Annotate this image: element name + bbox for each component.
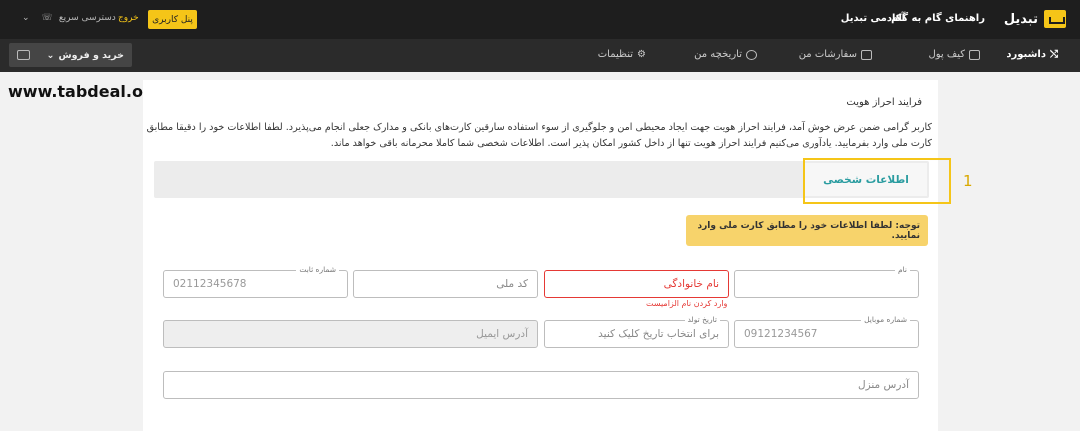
- mobile-placeholder: 09121234567: [744, 328, 818, 340]
- mobile-field[interactable]: شماره موبایل 09121234567: [734, 314, 919, 348]
- trade-label: خرید و فروش: [58, 49, 124, 61]
- first-name-label: نام: [894, 264, 910, 276]
- address-placeholder: آدرس منزل: [857, 379, 909, 391]
- page-title: فرایند احراز هویت: [846, 97, 922, 108]
- first-name-field[interactable]: نام: [734, 264, 919, 298]
- brand-logo[interactable]: تبدیل: [1004, 10, 1066, 28]
- brand-name: تبدیل: [1003, 11, 1038, 27]
- nav-orders-label: سفارشات من: [798, 49, 857, 60]
- address-field[interactable]: آدرس منزل: [163, 371, 919, 399]
- trade-icon: [17, 50, 30, 60]
- last-name-field[interactable]: نام خانوادگی: [544, 270, 729, 298]
- birthdate-field[interactable]: تاریخ تولد برای انتخاب تاریخ کلیک کنید: [544, 314, 729, 348]
- last-name-placeholder: نام خانوادگی: [663, 278, 719, 290]
- quick-access-label: دسترسی سریع: [58, 13, 116, 23]
- secondary-navbar: ⤭ داشبورد کیف پول سفارشات من تاریخچه من …: [0, 39, 1080, 72]
- intro-paragraph: کاربر گرامی ضمن عرض خوش آمد، فرایند احرا…: [146, 122, 932, 149]
- trade-button[interactable]: خرید و فروش ⌄: [9, 43, 132, 67]
- nav-settings-label: تنظیمات: [597, 49, 634, 60]
- watermark-url: www.tabdeal.org: [8, 82, 163, 101]
- nav-dashboard[interactable]: ⤭ داشبورد: [1006, 49, 1058, 60]
- chevron-down-icon: ⌄: [22, 13, 30, 23]
- chevron-down-icon: ⌄: [46, 49, 55, 61]
- birthdate-label: تاریخ تولد: [684, 314, 720, 326]
- settings-icon: ⚙: [637, 49, 646, 60]
- user-panel-button[interactable]: پنل کاربری: [148, 10, 197, 29]
- exit-link[interactable]: خروج: [118, 13, 139, 23]
- dashboard-icon: ⤭: [1050, 49, 1058, 60]
- nav-dashboard-label: داشبورد: [1006, 49, 1046, 60]
- highlight-box: [803, 158, 951, 204]
- phone-icon: ☏: [41, 13, 53, 23]
- nav-academy-link[interactable]: آکادمی تبدیل: [841, 13, 905, 24]
- landline-label: شماره ثابت: [296, 264, 339, 276]
- national-code-field[interactable]: کد ملی: [353, 270, 538, 298]
- email-field[interactable]: آدرس ایمیل: [163, 320, 538, 348]
- nav-orders[interactable]: سفارشات من: [799, 49, 872, 60]
- history-icon: [746, 49, 757, 60]
- top-navbar: تبدیل راهنمای گام به گام آکادمی تبدیل پن…: [0, 0, 1080, 39]
- mobile-label: شماره موبایل: [861, 314, 910, 326]
- nav-guide-link[interactable]: راهنمای گام به گام: [891, 13, 985, 24]
- orders-icon: [861, 49, 872, 60]
- email-placeholder: آدرس ایمیل: [476, 328, 528, 340]
- birthdate-placeholder: برای انتخاب تاریخ کلیک کنید: [598, 328, 719, 340]
- wallet-icon: [969, 49, 980, 60]
- nav-wallet-label: کیف پول: [928, 49, 965, 60]
- notice-banner: توجه: لطفا اطلاعات خود را مطابق کارت ملی…: [686, 215, 928, 246]
- national-code-placeholder: کد ملی: [496, 278, 528, 290]
- quick-access-menu[interactable]: دسترسی سریع ☏ ⌄: [22, 13, 116, 23]
- nav-wallet[interactable]: کیف پول: [928, 49, 980, 60]
- nav-history-label: تاریخچه من: [694, 49, 742, 60]
- nav-settings[interactable]: ⚙ تنظیمات: [598, 49, 646, 60]
- nav-history[interactable]: تاریخچه من: [694, 49, 757, 60]
- step-marker: 1: [963, 172, 973, 190]
- landline-field[interactable]: شماره ثابت 02112345678: [163, 264, 348, 298]
- logo-icon: [1044, 10, 1066, 28]
- landline-placeholder: 02112345678: [173, 278, 247, 290]
- last-name-error: وارد کردن نام الزامیست: [646, 299, 728, 308]
